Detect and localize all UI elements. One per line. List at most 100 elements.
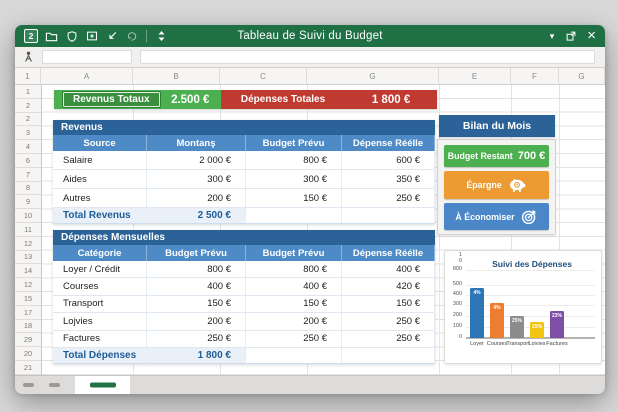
cell[interactable]: Autres [53,189,147,208]
economiser-button[interactable]: À Économiser [444,203,549,230]
active-sheet-tab[interactable] [75,376,130,394]
undo-icon[interactable] [105,30,118,43]
revenue-banner-value[interactable]: 2.500 € [160,94,222,106]
folder-icon[interactable] [45,30,58,43]
column-header-b[interactable]: B [133,68,220,84]
budget-restant-button[interactable]: Budget Restant 700 € [444,145,549,167]
app-icon[interactable]: 2 [24,29,38,43]
cell[interactable]: 250 € [342,313,435,330]
dropdown-caret-icon[interactable]: ▾ [550,32,555,41]
header-cell[interactable]: Budget Prévu [147,245,246,261]
formula-input[interactable] [140,50,595,64]
header-cell[interactable]: Dépense Réélle [342,245,435,261]
row-header[interactable]: 29 [15,333,41,347]
spreadsheet-grid[interactable]: 1 2 2 3 4 6 7 8 9 10 11 12 13 14 12 15 1… [15,85,605,375]
total-label-cell[interactable]: Total Revenus [53,208,147,224]
cell[interactable]: 250 € [246,331,342,348]
cell[interactable]: 800 € [246,151,342,170]
cell[interactable]: Salaire [53,151,147,170]
close-icon[interactable]: × [587,28,596,43]
cell[interactable]: 800 € [147,261,246,278]
revenue-banner[interactable]: Revenus Totaux 2.500 € [54,90,221,109]
cell[interactable]: Lojvies [53,313,147,330]
add-box-icon[interactable] [85,30,98,43]
select-all-corner[interactable]: 1 [15,68,41,84]
expense-banner[interactable]: Dépenses Totales 1 800 € [221,90,437,109]
cell[interactable]: Transport [53,296,147,313]
revenue-banner-label[interactable]: Revenus Totaux [63,92,160,107]
expense-banner-label[interactable]: Dépenses Totales [221,94,345,105]
cell[interactable]: 300 € [246,170,342,189]
row-header[interactable]: 18 [15,320,41,334]
name-box[interactable] [42,50,132,64]
row-header[interactable]: 11 [15,223,41,237]
cell[interactable]: 600 € [342,151,435,170]
row-header[interactable]: 10 [15,209,41,223]
cell[interactable]: 200 € [246,313,342,330]
cell[interactable] [342,208,435,224]
row-header[interactable]: 7 [15,168,41,182]
row-header[interactable]: 6 [15,154,41,168]
column-header-e[interactable]: E [439,68,511,84]
cell[interactable]: 200 € [147,189,246,208]
cell[interactable]: Courses [53,278,147,295]
epargne-button[interactable]: Épargne [444,171,549,199]
row-header[interactable]: 21 [15,361,41,375]
header-cell[interactable]: Source [53,135,147,151]
row-header[interactable]: 9 [15,195,41,209]
row-header[interactable]: 12 [15,278,41,292]
cell[interactable]: 350 € [342,170,435,189]
header-cell[interactable]: Budget Prévu [246,135,342,151]
cell[interactable]: 800 € [246,261,342,278]
cell[interactable]: 2 000 € [147,151,246,170]
cell[interactable]: 250 € [342,331,435,348]
cell[interactable]: Factures [53,331,147,348]
cell[interactable]: Loyer / Crédit [53,261,147,278]
total-label-cell[interactable]: Total Dépenses [53,348,147,364]
cell[interactable]: 400 € [246,278,342,295]
row-header[interactable]: 4 [15,140,41,154]
row-header[interactable]: 1 [15,85,41,99]
restore-window-icon[interactable] [564,30,577,43]
row-header[interactable]: 2 [15,99,41,113]
header-cell[interactable]: Catégorie [53,245,147,261]
row-header[interactable]: 2 [15,113,41,127]
sheet-nav-button[interactable] [23,383,34,387]
cell[interactable]: 200 € [147,313,246,330]
depenses-table-title[interactable]: Dépenses Mensuelles [53,230,435,245]
expenses-chart[interactable]: Suivi des Dépenses 1 0 800 500 400 300 2… [444,250,602,364]
row-header[interactable]: 17 [15,306,41,320]
row-header[interactable]: 12 [15,237,41,251]
cell[interactable]: 400 € [147,278,246,295]
cell[interactable]: 250 € [147,331,246,348]
cell[interactable] [342,348,435,364]
column-header-g2[interactable]: G [559,68,605,84]
row-header[interactable]: 3 [15,126,41,140]
cell[interactable] [246,348,342,364]
shield-icon[interactable] [65,30,78,43]
row-header[interactable]: 13 [15,251,41,265]
cell[interactable]: 420 € [342,278,435,295]
row-header[interactable]: 20 [15,347,41,361]
revenus-table-title[interactable]: Revenus [53,120,435,135]
cell[interactable]: 150 € [246,296,342,313]
cell[interactable]: 150 € [246,189,342,208]
header-cell[interactable]: Budget Prévu [246,245,342,261]
cell[interactable]: 300 € [147,170,246,189]
total-value-cell[interactable]: 2 500 € [147,208,246,224]
cell[interactable] [246,208,342,224]
row-header[interactable]: 8 [15,182,41,196]
row-header[interactable]: 14 [15,264,41,278]
cell[interactable]: 150 € [147,296,246,313]
column-header-g1[interactable]: G [307,68,439,84]
column-header-f[interactable]: F [511,68,559,84]
expense-banner-value[interactable]: 1 800 € [345,94,437,106]
header-cell[interactable]: Montanş [147,135,246,151]
cell[interactable]: 400 € [342,261,435,278]
sheet-nav-button[interactable] [49,383,60,387]
total-value-cell[interactable]: 1 800 € [147,348,246,364]
title-bar[interactable]: 2 Tableau de Suivi du Budget ▾ [15,25,605,47]
column-header-a[interactable]: A [41,68,133,84]
header-cell[interactable]: Dépense Réélle [342,135,435,151]
cell[interactable]: 250 € [342,189,435,208]
